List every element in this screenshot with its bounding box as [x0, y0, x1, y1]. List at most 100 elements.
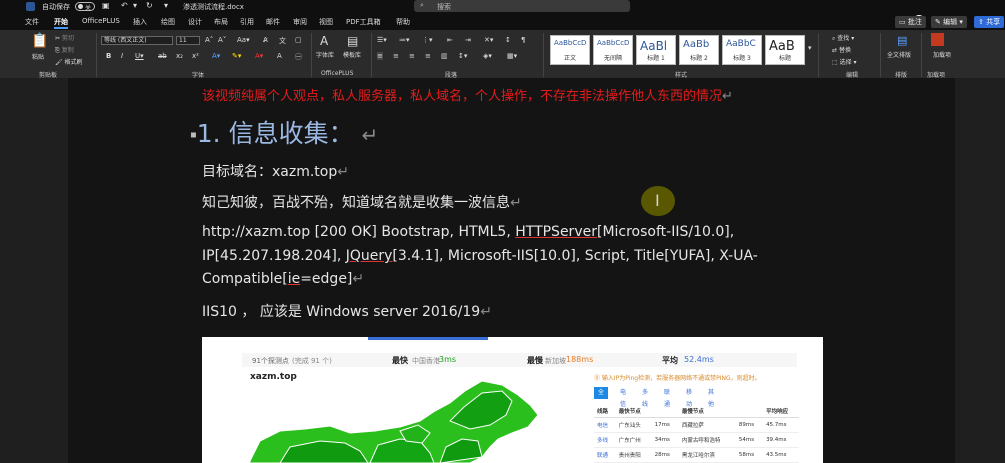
- increase-indent-icon[interactable]: ⇥: [465, 36, 471, 44]
- table-row: 电信 广东汕头 17ms 西藏拉萨 89ms 45.7ms: [594, 417, 799, 433]
- document-title[interactable]: 渗透测试流程.docx: [183, 2, 244, 12]
- template-library-label[interactable]: 模板库: [343, 50, 361, 59]
- tab-help[interactable]: 帮助: [396, 17, 410, 27]
- cell-line[interactable]: 电信: [594, 417, 616, 433]
- bullets-icon[interactable]: ☰▾: [377, 36, 387, 44]
- tab-references[interactable]: 引用: [240, 17, 254, 27]
- format-painter-button[interactable]: 🖌 格式刷: [55, 57, 83, 66]
- cell-line[interactable]: 联通: [594, 447, 616, 463]
- copy-button[interactable]: ⎘ 复制: [55, 45, 74, 55]
- underline-icon[interactable]: U▾: [135, 52, 144, 60]
- font-library-icon[interactable]: A: [320, 34, 328, 48]
- heading-info-gathering: ▪1. 信息收集： ↵: [190, 114, 378, 150]
- text-effects-icon[interactable]: A▾: [212, 52, 220, 60]
- edit-mode-button[interactable]: ✎ 编辑 ▾: [931, 16, 967, 28]
- sort-icon[interactable]: ↕: [505, 36, 511, 44]
- tab-officeplus[interactable]: OfficePLUS: [82, 17, 120, 25]
- document-canvas[interactable]: 该视频纯属个人观点，私人服务器，私人域名，个人操作，不存在非法操作他人东西的情况…: [0, 78, 1005, 463]
- paste-label[interactable]: 粘贴: [32, 52, 44, 61]
- find-button[interactable]: ⌕ 查找 ▾: [832, 33, 854, 43]
- tab-draw[interactable]: 绘图: [161, 17, 175, 27]
- change-case-icon[interactable]: Aa▾: [237, 36, 250, 44]
- style-heading-3[interactable]: AaBbC 标题 3: [722, 35, 762, 65]
- subscript-icon[interactable]: x₂: [176, 52, 183, 60]
- font-size-dropdown[interactable]: 11: [176, 36, 200, 45]
- paste-icon[interactable]: 📋: [31, 33, 48, 49]
- align-left-icon[interactable]: ≡: [377, 52, 383, 60]
- isp-tab-multiline[interactable]: 多线: [638, 387, 652, 408]
- undo-dropdown-icon[interactable]: ▾: [133, 1, 137, 10]
- align-right-icon[interactable]: ≡: [409, 52, 415, 60]
- multilevel-list-icon[interactable]: ⋮▾: [422, 36, 433, 44]
- select-button[interactable]: ⬚ 选择 ▾: [832, 57, 857, 66]
- addins-label[interactable]: 加载项: [933, 50, 951, 59]
- strikethrough-icon[interactable]: ab: [158, 52, 167, 60]
- comment-button[interactable]: ▭ 批注: [895, 16, 926, 28]
- style-name: 标题: [778, 55, 791, 62]
- italic-icon[interactable]: I: [121, 52, 123, 60]
- cell-line[interactable]: 多线: [594, 432, 616, 448]
- ping-result-image[interactable]: 91个探测点 (完成 91 个) 最快 中国香港 3ms 最慢 新加坡 188m…: [202, 337, 823, 463]
- justify-icon[interactable]: ≡: [425, 52, 431, 60]
- tab-home[interactable]: 开始: [54, 17, 68, 29]
- autosave-toggle[interactable]: 关: [75, 2, 95, 12]
- grow-font-icon[interactable]: A˄: [205, 36, 213, 44]
- phonetic-icon[interactable]: 文: [279, 36, 286, 46]
- shading-icon[interactable]: ◈▾: [483, 52, 492, 60]
- font-library-label[interactable]: 字体库: [316, 50, 334, 59]
- isp-tab-mobile[interactable]: 移动: [682, 387, 696, 408]
- isp-tab-all[interactable]: 全部: [594, 387, 609, 408]
- addins-icon[interactable]: [931, 33, 944, 46]
- customize-qat-icon[interactable]: ▾: [164, 1, 168, 10]
- bold-icon[interactable]: B: [106, 52, 111, 60]
- full-layout-icon[interactable]: ▤: [897, 34, 907, 47]
- distributed-icon[interactable]: ▥: [441, 52, 448, 60]
- borders-icon[interactable]: ▦▾: [507, 52, 517, 60]
- clear-format-icon[interactable]: A̷: [263, 36, 268, 44]
- style-heading-1[interactable]: AaBl 标题 1: [636, 35, 676, 65]
- chinese-layout-icon[interactable]: ✕▾: [484, 36, 493, 44]
- style-no-spacing[interactable]: AaBbCcD 无间隔: [593, 35, 633, 65]
- tab-insert[interactable]: 插入: [133, 17, 147, 27]
- font-name-dropdown[interactable]: 等线 (西文正文): [101, 36, 173, 45]
- char-border-icon[interactable]: ▢: [295, 36, 302, 44]
- style-title[interactable]: AaB 标题: [765, 35, 805, 65]
- template-library-icon[interactable]: ▤: [347, 34, 358, 48]
- shrink-font-icon[interactable]: A˅: [218, 36, 226, 44]
- full-layout-label[interactable]: 全文排版: [887, 50, 911, 59]
- cut-button[interactable]: ✂ 剪切: [55, 33, 74, 42]
- style-normal[interactable]: AaBbCcD 正文: [550, 35, 590, 65]
- isp-tab-telecom[interactable]: 电信: [616, 387, 630, 408]
- numbering-icon[interactable]: ≔▾: [399, 36, 410, 44]
- redo-icon[interactable]: ↻: [146, 1, 153, 10]
- line-spacing-icon[interactable]: ↕▾: [458, 52, 467, 60]
- search-box[interactable]: ⌕ 搜索: [414, 0, 630, 12]
- enclose-char-icon[interactable]: ㊀: [295, 52, 302, 62]
- save-icon[interactable]: ▣: [102, 1, 110, 10]
- tab-review[interactable]: 审阅: [293, 17, 307, 27]
- ribbon-separator: [880, 33, 881, 77]
- char-shading-icon[interactable]: A: [277, 52, 282, 60]
- isp-tab-other[interactable]: 其他: [704, 387, 718, 408]
- tab-mailings[interactable]: 邮件: [266, 17, 280, 27]
- tab-view[interactable]: 视图: [319, 17, 333, 27]
- tab-file[interactable]: 文件: [25, 17, 39, 27]
- replace-button[interactable]: ⇄ 替换: [832, 45, 851, 54]
- undo-icon[interactable]: ↶: [121, 1, 128, 10]
- styles-more-icon[interactable]: ▾: [808, 44, 812, 52]
- font-color-icon[interactable]: A▾: [255, 52, 263, 60]
- decrease-indent-icon[interactable]: ⇤: [447, 36, 453, 44]
- superscript-icon[interactable]: x²: [192, 52, 199, 60]
- isp-tab-unicom[interactable]: 联通: [660, 387, 674, 408]
- align-center-icon[interactable]: ≡: [393, 52, 399, 60]
- fastest-label: 最快: [392, 356, 408, 365]
- cell-fast-ms: 34ms: [651, 432, 679, 448]
- share-button[interactable]: ⇪ 共享: [974, 16, 1005, 28]
- tab-pdf-tools[interactable]: PDF工具箱: [346, 17, 381, 27]
- show-marks-icon[interactable]: ¶: [521, 36, 525, 44]
- word-window: 自动保存 关 ▣ ↶ ▾ ↻ ▾ 渗透测试流程.docx ⌕ 搜索 文件 开始 …: [0, 0, 1005, 463]
- style-heading-2[interactable]: AaBb 标题 2: [679, 35, 719, 65]
- tab-design[interactable]: 设计: [188, 17, 202, 27]
- tab-layout[interactable]: 布局: [214, 17, 228, 27]
- highlight-icon[interactable]: ✎▾: [232, 52, 241, 60]
